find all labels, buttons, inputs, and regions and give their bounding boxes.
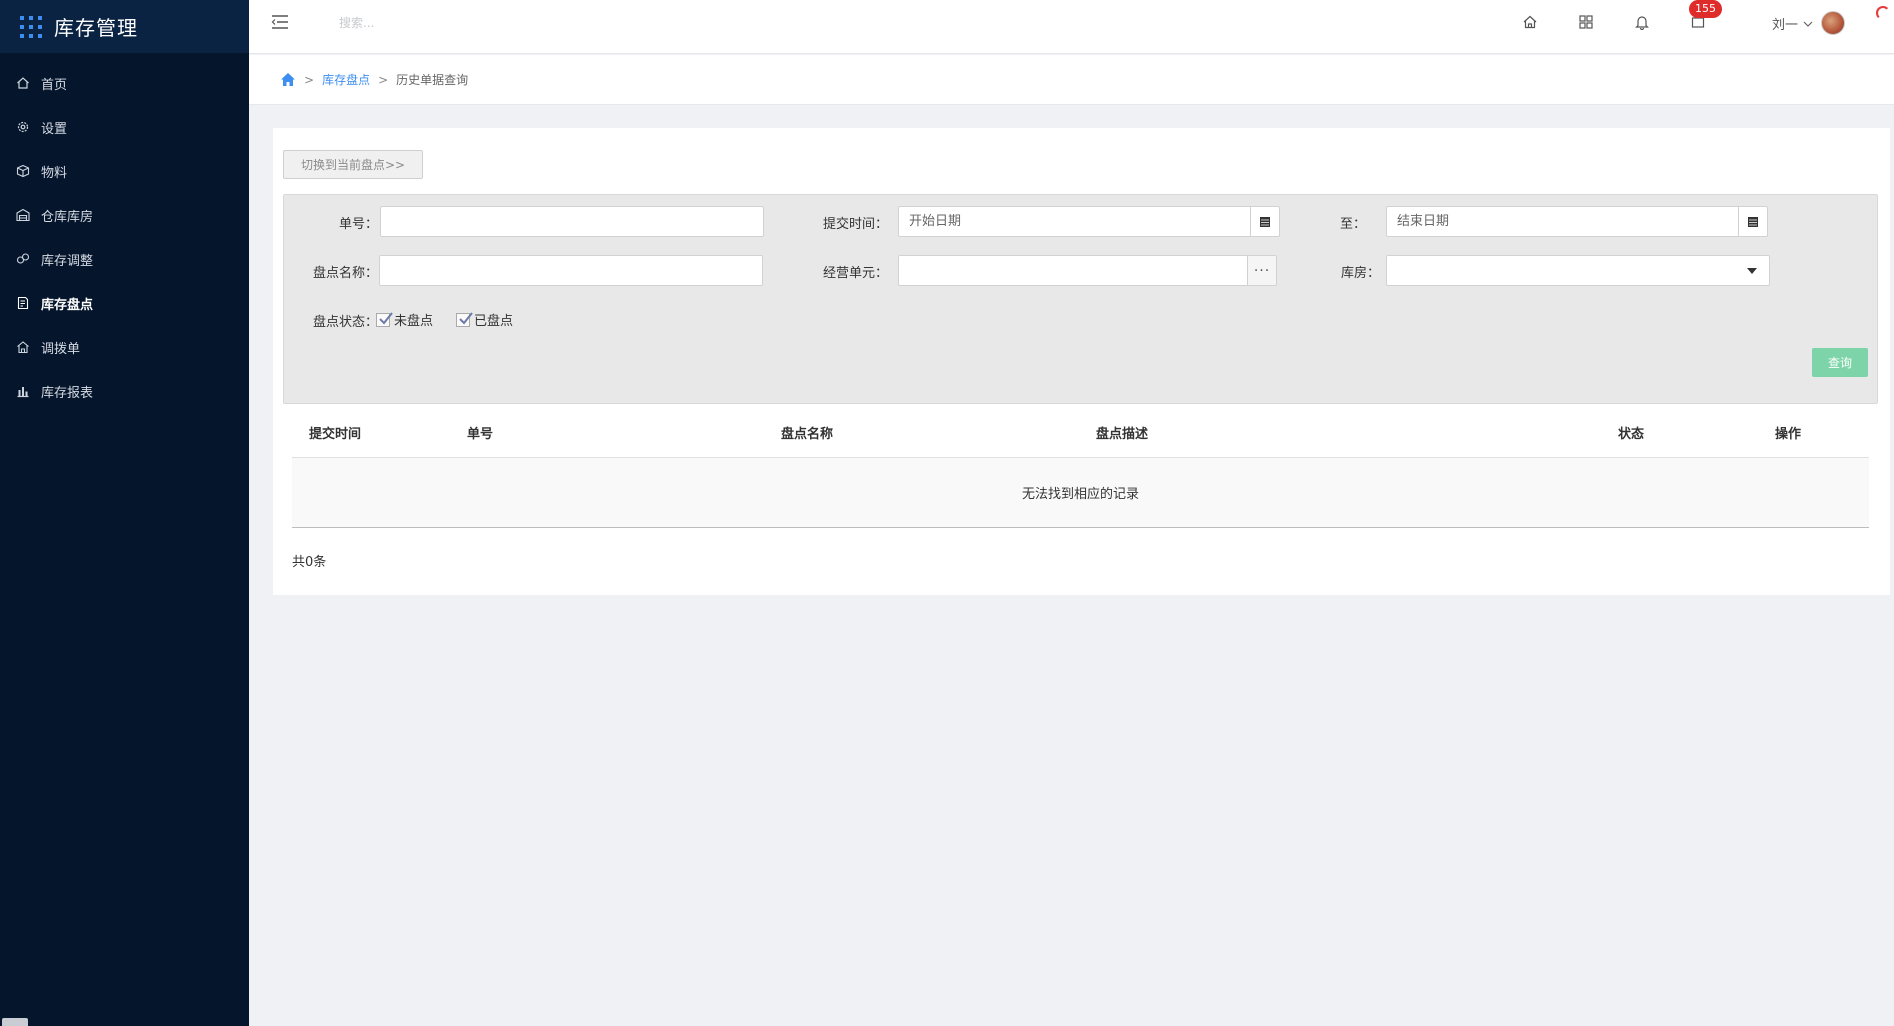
checkbox-label: 未盘点 bbox=[394, 314, 434, 329]
column-header[interactable]: 状态 bbox=[1618, 423, 1644, 442]
sidebar-item-label: 库存调整 bbox=[41, 253, 94, 269]
sidebar-item-label: 物料 bbox=[41, 165, 68, 181]
sidebar-item-warehouse[interactable]: 仓库库房 bbox=[0, 193, 249, 237]
sidebar-item-label: 首页 bbox=[41, 77, 68, 93]
home-icon bbox=[16, 76, 30, 90]
apps-icon[interactable] bbox=[1575, 11, 1597, 33]
business-unit-input[interactable] bbox=[898, 255, 1248, 286]
menu-toggle-icon[interactable] bbox=[271, 14, 289, 30]
table-header: 提交时间 单号 盘点名称 盘点描述 状态 操作 bbox=[292, 405, 1869, 458]
checkbox-label: 已盘点 bbox=[474, 314, 514, 329]
breadcrumb: > 库存盘点 > 历史单据查询 bbox=[249, 55, 1894, 105]
box-icon bbox=[16, 164, 30, 178]
gear-icon bbox=[16, 120, 30, 134]
breadcrumb-separator: > bbox=[378, 72, 389, 87]
column-header[interactable]: 单号 bbox=[467, 423, 493, 442]
warehouse-select[interactable] bbox=[1386, 255, 1770, 286]
search-input[interactable] bbox=[339, 12, 599, 34]
top-header: 155 刘一 bbox=[249, 0, 1894, 54]
user-menu[interactable]: 刘一 bbox=[1772, 11, 1846, 35]
empty-table-message: 无法找到相应的记录 bbox=[292, 458, 1869, 528]
chevron-down-icon bbox=[1803, 16, 1813, 31]
brand: 库存管理 bbox=[0, 0, 249, 53]
app-title: 库存管理 bbox=[54, 16, 138, 40]
caret-down-icon bbox=[1747, 268, 1757, 274]
business-unit-label: 经营单元： bbox=[822, 266, 888, 281]
user-name: 刘一 bbox=[1772, 17, 1799, 33]
end-date-input[interactable] bbox=[1386, 206, 1739, 237]
checkbox-checked-icon bbox=[376, 311, 393, 327]
bar-chart-icon bbox=[16, 384, 30, 398]
count-name-label: 盘点名称： bbox=[312, 266, 378, 281]
breadcrumb-parent[interactable]: 库存盘点 bbox=[322, 71, 370, 88]
status-uncounted-checkbox[interactable]: 未盘点 bbox=[376, 310, 433, 329]
filter-panel: 单号： 提交时间： 至： 盘点名称： 经营单元： ··· 库房： 盘点状态： 未… bbox=[283, 194, 1878, 404]
count-name-input[interactable] bbox=[379, 255, 763, 286]
notification-badge: 155 bbox=[1689, 0, 1722, 18]
end-date-calendar-icon[interactable] bbox=[1738, 206, 1768, 237]
start-date-calendar-icon[interactable] bbox=[1250, 206, 1280, 237]
sidebar-item-label: 调拨单 bbox=[41, 341, 81, 357]
sidebar-item-stock-adjust[interactable]: 库存调整 bbox=[0, 237, 249, 281]
warehouse-icon bbox=[16, 208, 30, 222]
sidebar: 库存管理 首页 设置 物料 仓库库房 库存调整 库存盘点 调拨单 库存报表 bbox=[0, 0, 249, 1026]
sidebar-item-stock-count[interactable]: 库存盘点 bbox=[0, 281, 249, 325]
sidebar-item-stock-report[interactable]: 库存报表 bbox=[0, 369, 249, 413]
submit-time-label: 提交时间： bbox=[822, 217, 888, 232]
query-button[interactable]: 查询 bbox=[1812, 348, 1868, 377]
to-label: 至： bbox=[1339, 217, 1366, 232]
content-card: 切换到当前盘点>> 单号： 提交时间： 至： 盘点名称： 经营单元： ··· 库… bbox=[273, 128, 1890, 595]
business-unit-picker-button[interactable]: ··· bbox=[1247, 255, 1277, 286]
column-header[interactable]: 提交时间 bbox=[309, 423, 361, 442]
sidebar-item-settings[interactable]: 设置 bbox=[0, 105, 249, 149]
sidebar-item-home[interactable]: 首页 bbox=[0, 61, 249, 105]
status-label: 盘点状态： bbox=[312, 315, 378, 330]
column-header[interactable]: 盘点描述 bbox=[1096, 423, 1148, 442]
sidebar-item-transfer[interactable]: 调拨单 bbox=[0, 325, 249, 369]
breadcrumb-separator: > bbox=[304, 72, 315, 87]
warehouse-label: 库房： bbox=[1340, 266, 1380, 281]
sidebar-item-label: 库存盘点 bbox=[41, 297, 94, 313]
switch-to-current-button[interactable]: 切换到当前盘点>> bbox=[283, 150, 423, 179]
total-count: 共0条 bbox=[292, 555, 327, 570]
bell-icon[interactable] bbox=[1631, 11, 1653, 33]
adjust-icon bbox=[16, 252, 30, 266]
checkbox-checked-icon bbox=[456, 311, 473, 327]
sidebar-item-label: 库存报表 bbox=[41, 385, 94, 401]
column-header[interactable]: 盘点名称 bbox=[781, 423, 833, 442]
transfer-icon bbox=[16, 340, 30, 354]
sidebar-menu: 首页 设置 物料 仓库库房 库存调整 库存盘点 调拨单 库存报表 bbox=[0, 61, 249, 413]
home-icon[interactable] bbox=[1519, 11, 1541, 33]
sidebar-item-label: 设置 bbox=[41, 121, 68, 137]
sidebar-item-label: 仓库库房 bbox=[41, 209, 94, 225]
breadcrumb-current: 历史单据查询 bbox=[396, 73, 469, 87]
sidebar-collapse-handle[interactable] bbox=[2, 1018, 28, 1026]
order-no-input[interactable] bbox=[380, 206, 764, 237]
loading-spinner-icon bbox=[1876, 6, 1890, 20]
avatar[interactable] bbox=[1821, 11, 1846, 35]
breadcrumb-home-icon[interactable] bbox=[280, 72, 296, 87]
sidebar-item-materials[interactable]: 物料 bbox=[0, 149, 249, 193]
start-date-input[interactable] bbox=[898, 206, 1251, 237]
apps-grid-icon[interactable] bbox=[20, 15, 42, 38]
inventory-icon bbox=[16, 296, 30, 310]
order-no-label: 单号： bbox=[338, 217, 378, 232]
status-counted-checkbox[interactable]: 已盘点 bbox=[456, 310, 513, 329]
results-table: 提交时间 单号 盘点名称 盘点描述 状态 操作 无法找到相应的记录 bbox=[292, 405, 1869, 528]
column-header[interactable]: 操作 bbox=[1775, 423, 1801, 442]
